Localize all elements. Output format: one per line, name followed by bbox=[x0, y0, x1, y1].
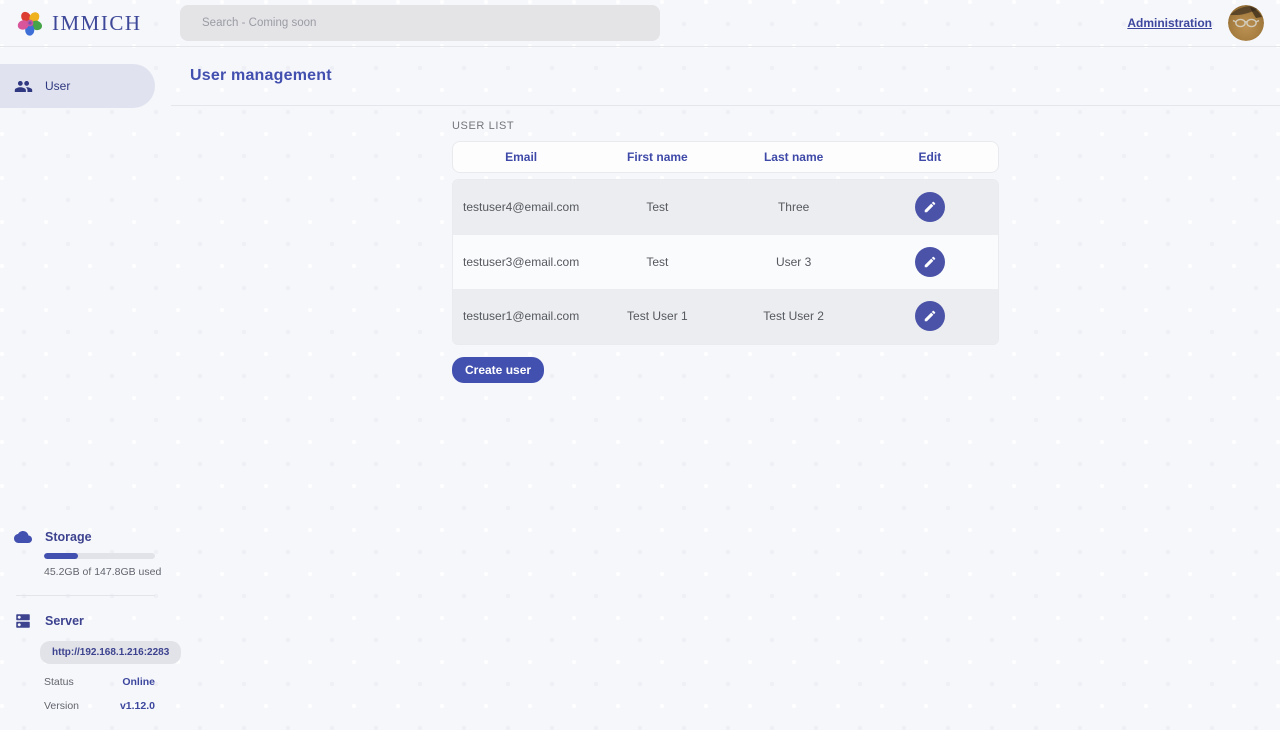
cell-first-name: Test bbox=[589, 200, 725, 214]
pencil-icon bbox=[923, 200, 937, 214]
sidebar-footer: Storage 45.2GB of 147.8GB used Server ht… bbox=[0, 528, 171, 730]
administration-link[interactable]: Administration bbox=[1127, 16, 1212, 30]
cloud-icon bbox=[14, 528, 32, 546]
server-status-label: Status bbox=[44, 676, 74, 688]
page-title: User management bbox=[190, 67, 332, 85]
storage-progress bbox=[44, 553, 155, 559]
main-area: USER LIST Email First name Last name Edi… bbox=[171, 106, 1280, 383]
cell-last-name: Three bbox=[726, 200, 862, 214]
top-navbar: IMMICH Administration bbox=[0, 0, 1280, 47]
edit-user-button[interactable] bbox=[915, 247, 945, 277]
table-row: testuser3@email.com Test User 3 bbox=[453, 235, 998, 290]
server-label: Server bbox=[45, 614, 84, 628]
column-header-last-name: Last name bbox=[726, 150, 862, 164]
immich-flower-icon bbox=[16, 9, 44, 37]
cell-email: testuser3@email.com bbox=[453, 255, 589, 269]
column-header-email: Email bbox=[453, 150, 589, 164]
sidebar-item-user[interactable]: User bbox=[0, 64, 155, 108]
cell-last-name: User 3 bbox=[726, 255, 862, 269]
server-icon bbox=[14, 612, 32, 630]
sidebar-divider bbox=[16, 595, 155, 596]
storage-progress-fill bbox=[44, 553, 78, 559]
server-version-label: Version bbox=[44, 700, 79, 712]
table-row: testuser4@email.com Test Three bbox=[453, 180, 998, 235]
user-avatar[interactable] bbox=[1228, 5, 1264, 41]
immich-logo[interactable]: IMMICH bbox=[0, 9, 164, 37]
user-table-body: testuser4@email.com Test Three te bbox=[452, 179, 999, 345]
cell-email: testuser1@email.com bbox=[453, 309, 589, 323]
cell-last-name: Test User 2 bbox=[726, 309, 862, 323]
cell-first-name: Test bbox=[589, 255, 725, 269]
sidebar: User Storage 45.2GB of 147.8GB used bbox=[0, 47, 171, 730]
navbar-right: Administration bbox=[1127, 5, 1280, 41]
users-group-icon bbox=[14, 77, 33, 96]
pencil-icon bbox=[923, 309, 937, 323]
user-list-label: USER LIST bbox=[452, 120, 999, 132]
sidebar-item-user-label: User bbox=[45, 79, 70, 93]
server-status-value: Online bbox=[122, 676, 155, 688]
table-row: testuser1@email.com Test User 1 Test Use… bbox=[453, 289, 998, 344]
column-header-first-name: First name bbox=[589, 150, 725, 164]
cell-email: testuser4@email.com bbox=[453, 200, 589, 214]
server-version-value: v1.12.0 bbox=[120, 700, 155, 712]
storage-usage-text: 45.2GB of 147.8GB used bbox=[44, 566, 171, 578]
page-header: User management bbox=[171, 47, 1280, 106]
server-url-badge: http://192.168.1.216:2283 bbox=[40, 641, 181, 664]
create-user-button[interactable]: Create user bbox=[452, 357, 544, 383]
edit-user-button[interactable] bbox=[915, 192, 945, 222]
cell-first-name: Test User 1 bbox=[589, 309, 725, 323]
column-header-edit: Edit bbox=[862, 150, 998, 164]
pencil-icon bbox=[923, 255, 937, 269]
brand-title: IMMICH bbox=[52, 11, 142, 36]
edit-user-button[interactable] bbox=[915, 301, 945, 331]
storage-label: Storage bbox=[45, 530, 92, 544]
search-input[interactable] bbox=[180, 5, 660, 41]
table-header-row: Email First name Last name Edit bbox=[452, 141, 999, 173]
